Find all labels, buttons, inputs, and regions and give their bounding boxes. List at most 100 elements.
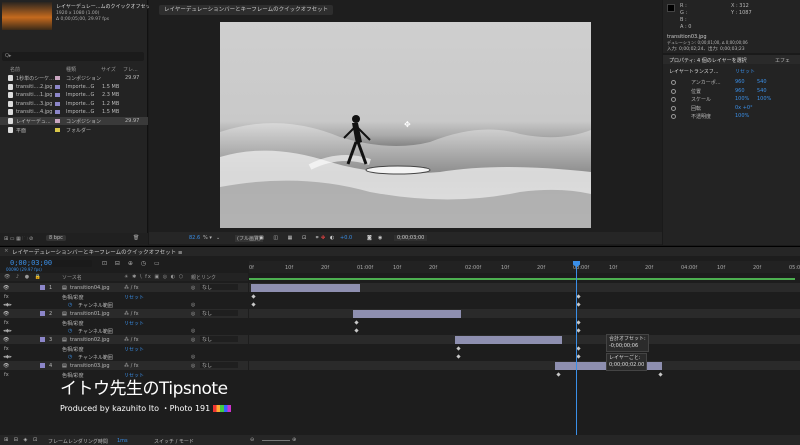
layer-name[interactable]: transition03.jpg	[70, 363, 110, 369]
layer-switches[interactable]: ⁂ / fx	[124, 363, 139, 369]
zoom-slider[interactable]	[262, 440, 290, 441]
keyframe[interactable]	[576, 320, 581, 325]
project-item[interactable]: 平面 フォルダー	[0, 126, 148, 134]
prop-value-1[interactable]: 960	[735, 79, 745, 85]
keyframe[interactable]	[576, 302, 581, 307]
viewer-timecode[interactable]: 0;00;03;00	[394, 235, 428, 241]
layer-name[interactable]: transition02.jpg	[70, 337, 110, 343]
col-type[interactable]: 種類	[66, 66, 76, 73]
label-swatch[interactable]	[55, 127, 60, 132]
footer-toggle-icons[interactable]: ⊞ ⊟ ◈ ⊡	[4, 437, 39, 443]
parent-pick-whip-icon[interactable]: ◎	[191, 311, 195, 317]
stopwatch-icon[interactable]	[671, 97, 676, 102]
region-tool-icons[interactable]: ▣ ◫ ▦ ⊡ ⌗	[259, 235, 323, 241]
col-size[interactable]: サイズ	[101, 66, 116, 73]
visibility-icon[interactable]: 👁	[3, 285, 9, 291]
project-item[interactable]: transiti....2.jpg Importe...G 1.5 MB	[0, 83, 148, 91]
project-search-input[interactable]: Q▸	[2, 52, 144, 61]
show-snapshot-icon[interactable]: ◉	[378, 235, 382, 241]
label-swatch[interactable]	[55, 119, 60, 123]
exposure-value[interactable]: +0.0	[340, 235, 352, 241]
close-icon[interactable]: ×	[4, 248, 9, 254]
prop-value-2[interactable]: 540	[757, 88, 767, 94]
channel-row[interactable]: ◂◆▸ ◷ チャンネル範囲 ◎	[0, 352, 248, 361]
stopwatch-icon[interactable]	[671, 80, 676, 85]
channel-link-icon[interactable]: ◎	[191, 328, 195, 334]
switches-modes-toggle[interactable]: スイッチ / モード	[154, 438, 194, 445]
keyframe[interactable]	[456, 346, 461, 351]
comp-canvas-surf-photo[interactable]: ✥	[220, 22, 591, 228]
stopwatch-icon[interactable]	[671, 114, 676, 119]
keyframe[interactable]	[556, 372, 561, 377]
zoom-in-icon[interactable]: ⊕	[292, 437, 296, 443]
project-item[interactable]: 1秒単のシーケ... コンポジション 29.97	[0, 74, 148, 82]
layer-label-swatch[interactable]	[40, 363, 45, 368]
project-item[interactable]: transiti....3.jpg Importe...G 1.2 MB	[0, 100, 148, 108]
channel-link-icon[interactable]: ◎	[191, 302, 195, 308]
props-section[interactable]: レイヤートランスフ...	[669, 68, 719, 75]
keyframe[interactable]	[456, 354, 461, 359]
visibility-icon[interactable]: 👁	[3, 311, 9, 317]
channel-stopwatch-icon[interactable]: ◷	[68, 302, 72, 308]
camera-icon[interactable]: ◙	[367, 235, 372, 241]
prop-value-1[interactable]: 0x +0°	[735, 105, 753, 111]
stopwatch-icon[interactable]	[671, 105, 676, 111]
props-reset[interactable]: リセット	[735, 68, 755, 75]
layer-row[interactable]: 👁 3 ▤ transition02.jpg ⁂ / fx ◎ なし	[0, 335, 248, 344]
keyframe[interactable]	[576, 346, 581, 351]
col-frame[interactable]: フレ...	[123, 66, 138, 73]
label-swatch[interactable]	[55, 84, 60, 89]
zoom-menu-icon[interactable]: ⌄	[216, 235, 220, 241]
footer-icons[interactable]: ⊞ ▭ ▦ 🗀 ⊘	[4, 236, 33, 244]
layer-name[interactable]: transition01.jpg	[70, 311, 110, 317]
parent-pick-whip-icon[interactable]: ◎	[191, 285, 195, 291]
col-source-name[interactable]: ソース名	[62, 274, 82, 281]
label-swatch[interactable]	[55, 110, 60, 115]
effects-tab[interactable]: エフェ	[775, 57, 790, 64]
label-swatch[interactable]	[55, 93, 60, 98]
keyframe[interactable]	[354, 328, 359, 333]
keyframe[interactable]	[658, 372, 663, 377]
zoom-value[interactable]: 82.6	[189, 235, 200, 241]
layer-name[interactable]: transition04.jpg	[70, 285, 110, 291]
playhead-line[interactable]	[576, 261, 577, 445]
layer-switches[interactable]: ⁂ / fx	[124, 311, 139, 317]
layer-label-swatch[interactable]	[40, 337, 45, 342]
project-item[interactable]: transiti....1.jpg Importe...G 2.3 MB	[0, 91, 148, 99]
bpc-button[interactable]: 8 bpc	[46, 235, 66, 241]
visibility-icon[interactable]: 👁	[3, 363, 9, 369]
zoom-unit[interactable]: % ▾	[203, 235, 212, 241]
keyframe[interactable]	[251, 302, 256, 307]
parent-pick-whip-icon[interactable]: ◎	[191, 337, 195, 343]
parent-select[interactable]: なし	[200, 310, 238, 317]
zoom-out-icon[interactable]: ⊖	[250, 437, 254, 443]
layer-duration-bar[interactable]	[353, 310, 461, 318]
trash-icon[interactable]: 🗑	[133, 235, 139, 241]
layer-switches[interactable]: ⁂ / fx	[124, 337, 139, 343]
channel-link-icon[interactable]: ◎	[191, 354, 195, 360]
work-area-bar[interactable]	[249, 278, 795, 280]
channel-row[interactable]: ◂◆▸ ◷ チャンネル範囲 ◎	[0, 326, 248, 335]
current-timecode[interactable]: 0;00;03;00	[10, 259, 52, 267]
project-item[interactable]: transiti....4.jpg Importe...G 1.5 MB	[0, 108, 148, 116]
layer-row[interactable]: 👁 2 ▤ transition01.jpg ⁂ / fx ◎ なし	[0, 309, 248, 318]
label-swatch[interactable]	[55, 101, 60, 106]
channel-stopwatch-icon[interactable]: ◷	[68, 354, 72, 360]
col-name[interactable]: 名前	[10, 66, 20, 73]
parent-select[interactable]: なし	[200, 362, 238, 369]
keyframe-nav-icon[interactable]: ◂◆▸	[3, 328, 12, 334]
layer-label-swatch[interactable]	[40, 311, 45, 316]
prop-value-2[interactable]: 100%	[757, 96, 771, 102]
keyframe[interactable]	[576, 328, 581, 333]
keyframe[interactable]	[354, 320, 359, 325]
keyframe-nav-icon[interactable]: ◂◆▸	[3, 354, 12, 360]
timeline-search-input[interactable]	[52, 260, 92, 267]
parent-select[interactable]: なし	[200, 284, 238, 291]
layer-duration-bar[interactable]	[455, 336, 562, 344]
parent-pick-whip-icon[interactable]: ◎	[191, 363, 195, 369]
col-parent[interactable]: 親とリンク	[191, 274, 216, 281]
timeline-tool-icons[interactable]: ⊡ ⊟ ⊕ ◷ ▭	[102, 260, 163, 267]
label-swatch[interactable]	[55, 76, 60, 80]
layer-duration-bar[interactable]	[251, 284, 360, 292]
prop-value-1[interactable]: 100%	[735, 113, 749, 119]
